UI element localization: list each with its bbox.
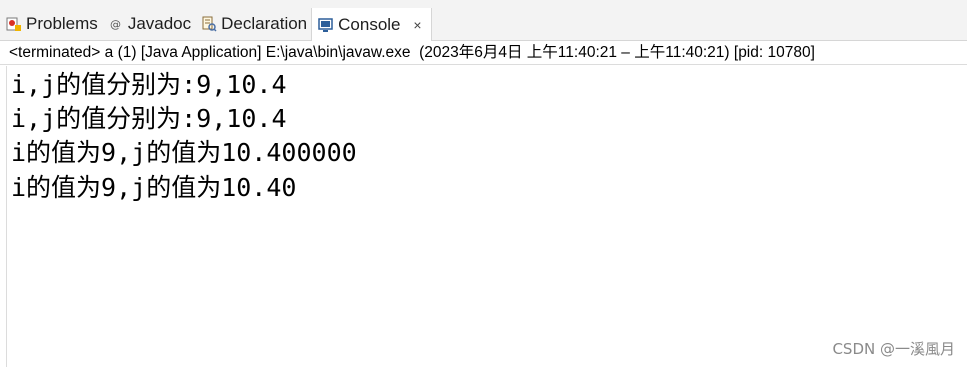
tab-javadoc-label: Javadoc xyxy=(127,14,192,33)
console-border xyxy=(6,66,7,367)
console-line: i,j的值分别为:9,10.4 xyxy=(11,104,287,133)
svg-text:@: @ xyxy=(110,18,121,31)
tab-javadoc[interactable]: @ Javadoc xyxy=(102,8,195,40)
javadoc-icon: @ xyxy=(108,16,124,32)
console-icon xyxy=(318,17,334,33)
console-view: Problems @ Javadoc Declaration Console ×… xyxy=(0,0,967,367)
problems-icon xyxy=(6,16,22,32)
console-status-line: <terminated> a (1) [Java Application] E:… xyxy=(0,41,967,65)
console-line: i的值为9,j的值为10.40 xyxy=(11,173,297,202)
declaration-icon xyxy=(201,16,217,32)
tab-declaration-label: Declaration xyxy=(221,14,308,33)
console-line: i,j的值分别为:9,10.4 xyxy=(11,70,287,99)
close-icon[interactable]: × xyxy=(411,17,425,33)
tab-declaration[interactable]: Declaration xyxy=(195,8,311,40)
tab-problems[interactable]: Problems xyxy=(0,8,102,40)
top-strip xyxy=(0,0,967,8)
tab-problems-label: Problems xyxy=(26,14,98,33)
console-line: i的值为9,j的值为10.400000 xyxy=(11,138,357,167)
watermark: CSDN @一溪風月 xyxy=(832,340,955,358)
view-tab-bar: Problems @ Javadoc Declaration Console × xyxy=(0,8,967,41)
tab-console[interactable]: Console × xyxy=(311,8,432,41)
tab-console-label: Console xyxy=(338,14,401,34)
